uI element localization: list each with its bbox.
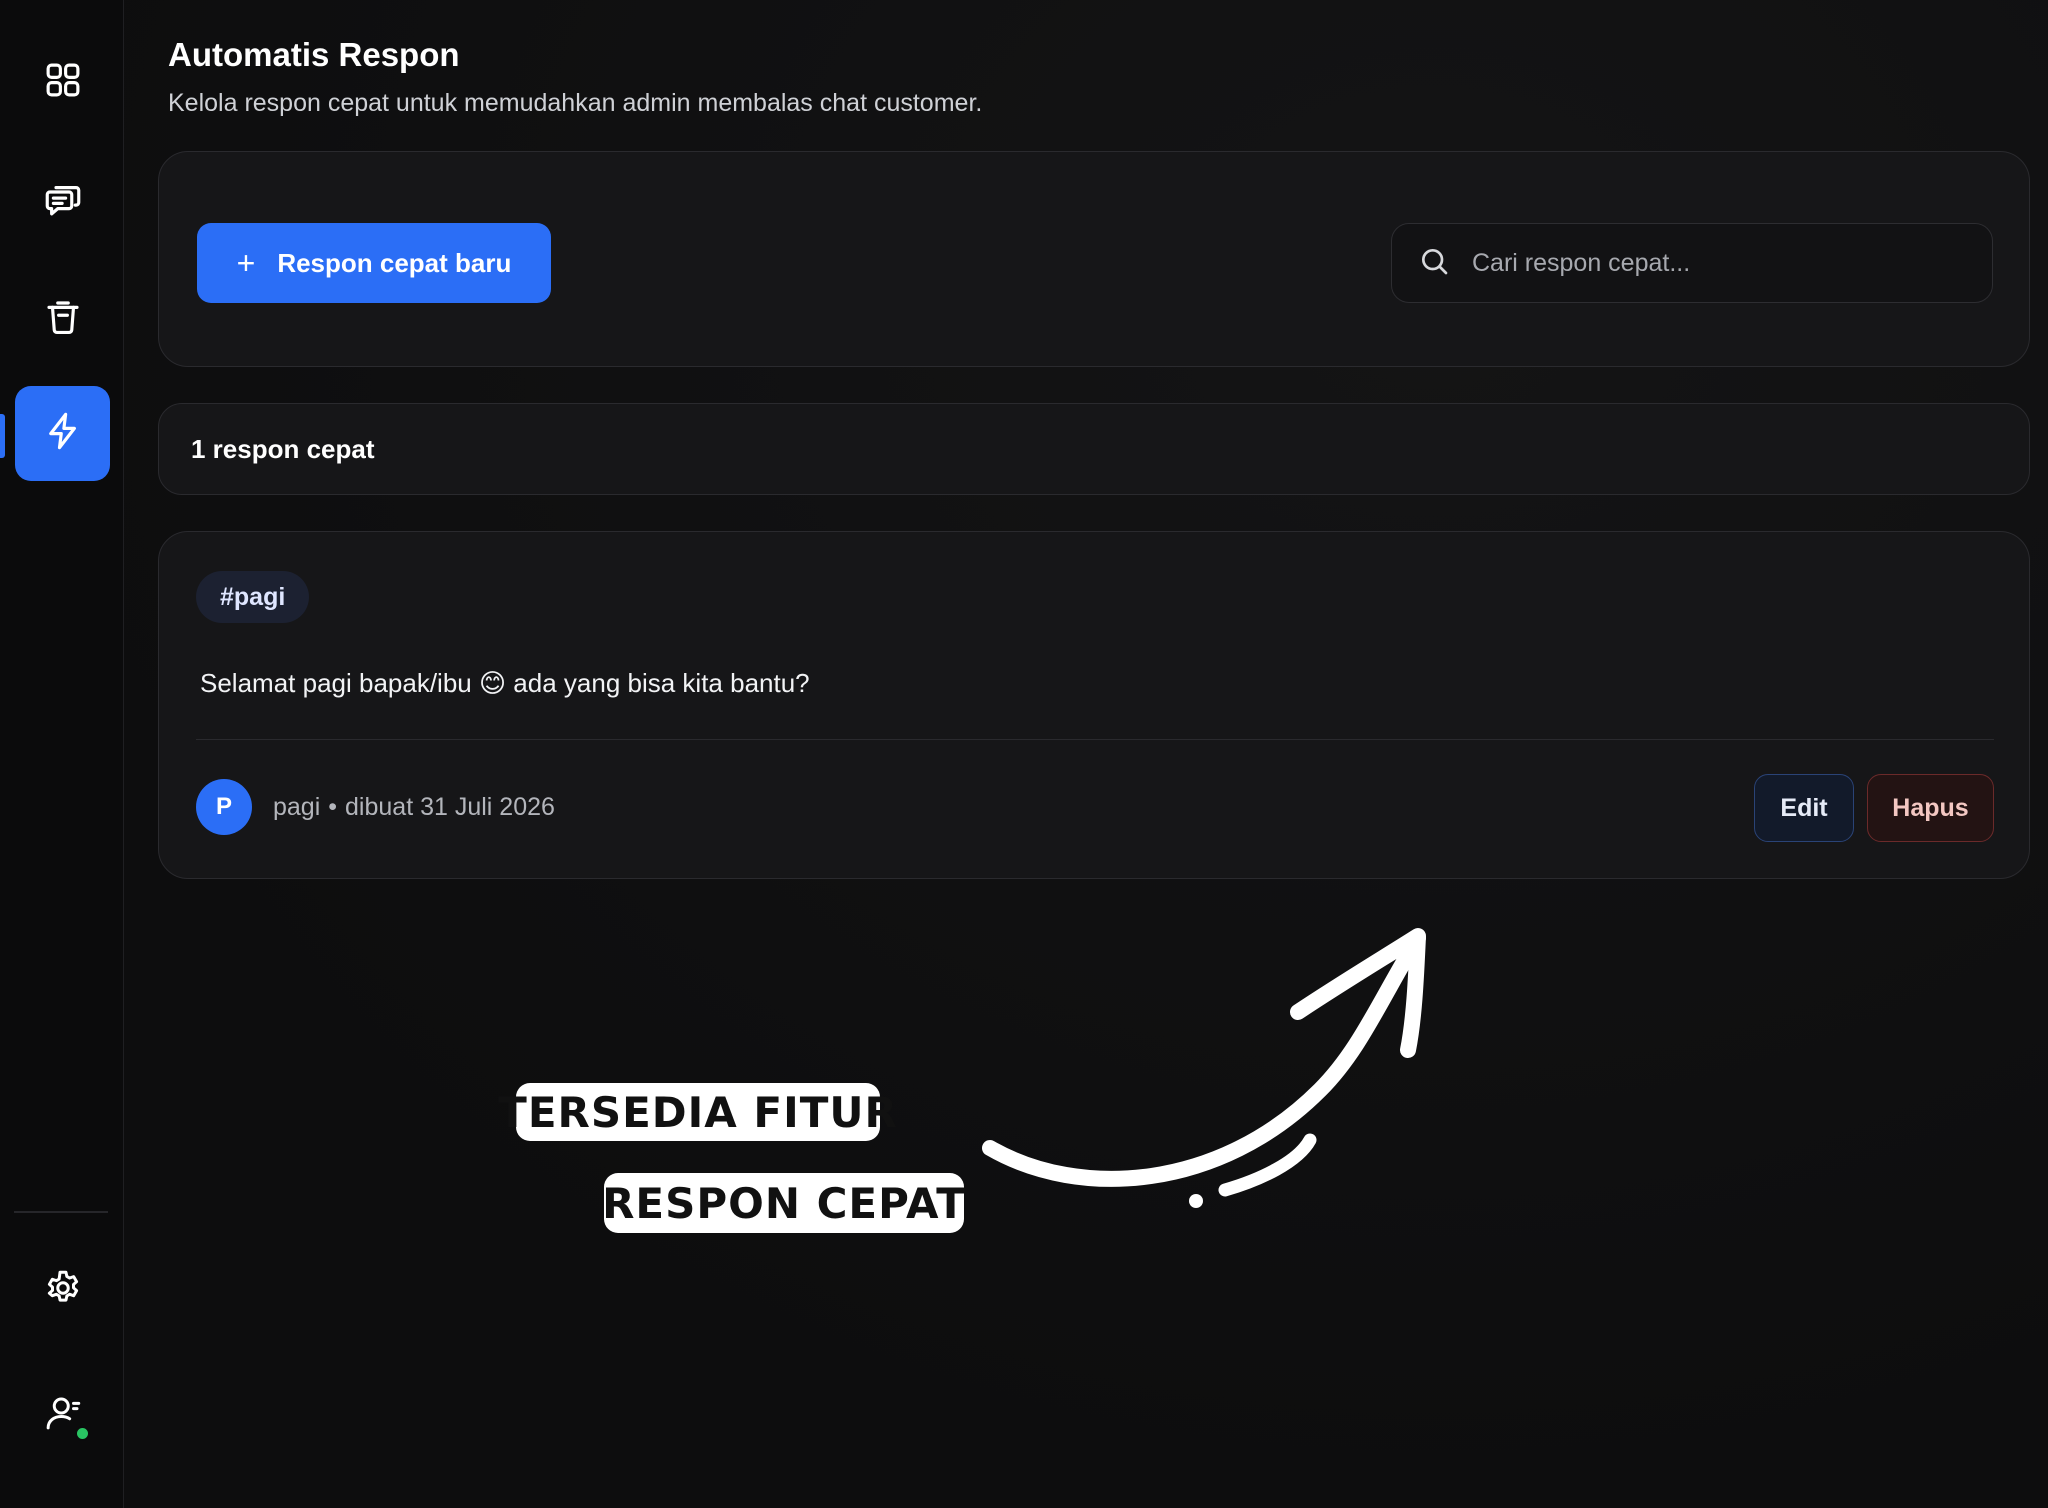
sidebar-item-profile[interactable]: [15, 1368, 110, 1463]
quick-response-card: #pagi Selamat pagi bapak/ibu 😊 ada yang …: [158, 531, 2030, 879]
sidebar-item-dashboard[interactable]: [15, 35, 110, 130]
trash-icon: [42, 296, 84, 343]
settings-gear-icon: [42, 1267, 84, 1314]
new-quick-response-button[interactable]: + Respon cepat baru: [197, 223, 551, 303]
page-title: Automatis Respon: [168, 36, 460, 73]
author-name: pagi: [273, 793, 321, 821]
active-nav-indicator: [0, 414, 5, 458]
search-icon: [1418, 245, 1450, 282]
search-box[interactable]: [1391, 223, 1993, 303]
sidebar-item-quick-response[interactable]: [15, 386, 110, 481]
sidebar-item-trash[interactable]: [15, 272, 110, 367]
sidebar: [0, 0, 124, 1508]
page-subtitle: Kelola respon cepat untuk memudahkan adm…: [168, 89, 983, 117]
promo-callout-line2: RESPON CEPAT: [602, 1173, 965, 1233]
new-quick-response-label: Respon cepat baru: [277, 247, 512, 278]
toolbar-card: + Respon cepat baru: [158, 151, 2030, 367]
chat-icon: [42, 178, 84, 225]
response-message: Selamat pagi bapak/ibu 😊 ada yang bisa k…: [200, 668, 810, 698]
created-date: dibuat 31 Juli 2026: [345, 793, 555, 821]
response-count: 1 respon cepat: [191, 434, 375, 464]
sidebar-item-chats[interactable]: [15, 154, 110, 249]
curved-arrow-icon: [982, 928, 1426, 1208]
card-divider: [196, 739, 1994, 740]
shortcut-tag: #pagi: [196, 571, 310, 623]
sidebar-item-settings[interactable]: [15, 1243, 110, 1338]
dashboard-grid-icon: [42, 59, 84, 106]
edit-button[interactable]: Edit: [1754, 774, 1854, 842]
app-window: Automatis Respon Kelola respon cepat unt…: [0, 0, 2048, 1508]
sidebar-divider: [14, 1211, 108, 1213]
avatar: P: [196, 779, 252, 835]
lightning-icon: [42, 410, 84, 457]
meta-separator: •: [328, 793, 338, 821]
delete-button[interactable]: Hapus: [1867, 774, 1994, 842]
search-input[interactable]: [1470, 247, 1992, 279]
plus-icon: +: [236, 245, 256, 281]
response-count-bar: 1 respon cepat: [158, 403, 2030, 495]
online-status-dot: [75, 1426, 90, 1441]
response-meta: pagi • dibuat 31 Juli 2026: [273, 793, 555, 822]
promo-callout-line1: TERSEDIA FITUR: [498, 1083, 897, 1141]
